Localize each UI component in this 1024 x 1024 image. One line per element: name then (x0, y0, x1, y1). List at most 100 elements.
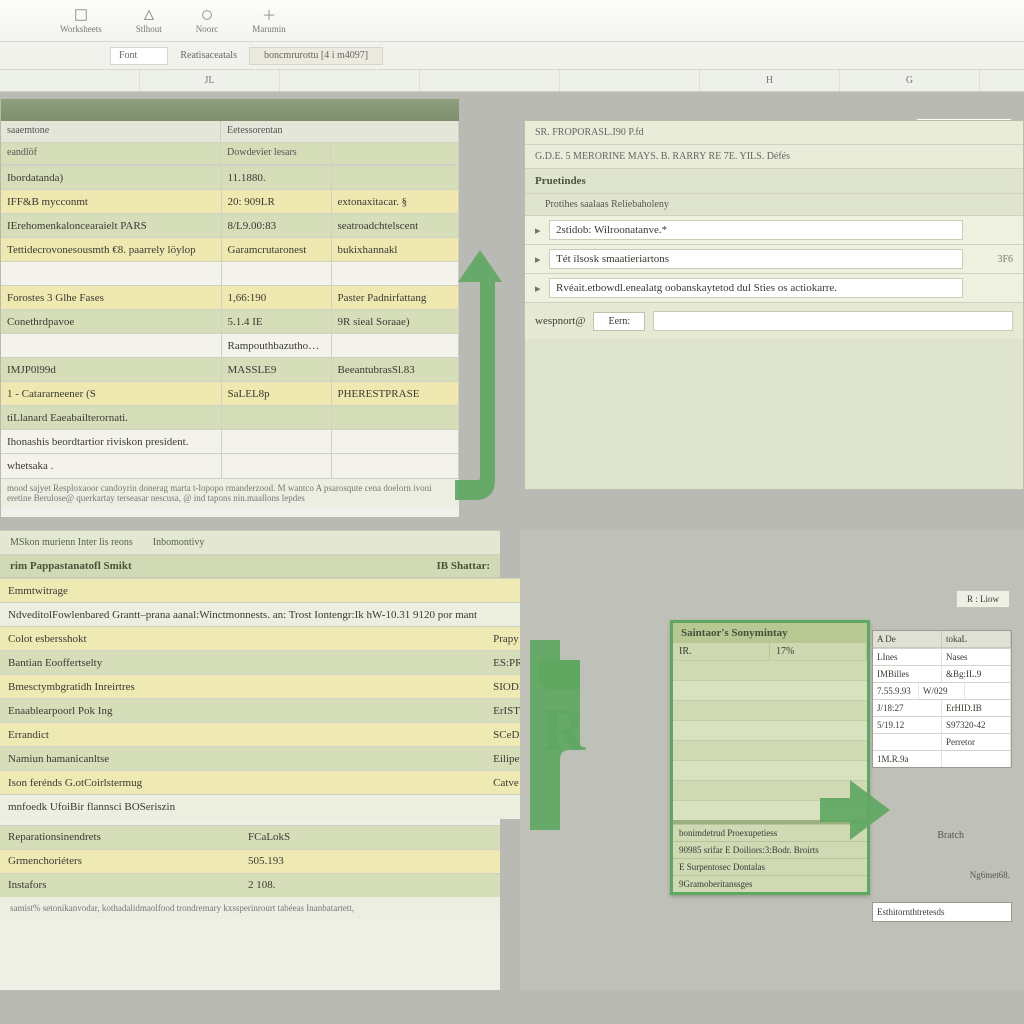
cell[interactable]: LInes (873, 649, 942, 665)
ribbon-item-3[interactable]: Noorc (196, 8, 219, 34)
cell[interactable]: 2 108. (240, 873, 350, 897)
cell[interactable]: Emmtwitrage (0, 579, 485, 603)
cell[interactable]: ErHID.IB (942, 700, 1011, 716)
cell[interactable]: 9R sieal Soraae) (331, 310, 459, 334)
col-c[interactable] (280, 70, 420, 91)
table-note: mood sajyet Resploxaoor candoyrin donera… (1, 478, 459, 509)
cell[interactable]: Bmesctymbgratidh Inreirtres (0, 675, 485, 699)
form-footer-input[interactable] (653, 311, 1013, 331)
cell[interactable] (221, 406, 331, 430)
form-field[interactable]: 2stidob: Wilroonatanve.* (549, 220, 963, 240)
col-a[interactable] (0, 70, 140, 91)
cell[interactable] (331, 166, 459, 190)
cell[interactable]: Garamcrutaronest (221, 238, 331, 262)
cell[interactable] (331, 430, 459, 454)
cell[interactable] (331, 334, 459, 358)
cell[interactable]: Conethrdpavoe (1, 310, 221, 334)
table-row: Perretor (873, 733, 1011, 750)
form-field[interactable]: Rvéait.etbowdl.enealatg oobanskaytetod d… (549, 278, 963, 298)
cell[interactable]: BeeantubrasSl.83 (331, 358, 459, 382)
cell[interactable]: Ison ferénds G.otCoirlstermug (0, 771, 485, 795)
cell[interactable] (350, 825, 500, 849)
cell[interactable]: IErehomenkaloncearaielt PARS (1, 214, 221, 238)
cell[interactable]: Tettidecrovonesousmth €8. paarrely löylo… (1, 238, 221, 262)
cell[interactable]: Grmenchoriéters (0, 849, 240, 873)
cell[interactable]: S97320-42 (942, 717, 1011, 733)
cell[interactable]: 5/19.12 (873, 717, 942, 733)
cell[interactable]: NdveditolFowlenbared Grantt–prana aanal:… (0, 603, 485, 627)
cell[interactable] (331, 262, 459, 286)
form-section-title: Pruetindes (525, 169, 1023, 194)
cell[interactable] (331, 454, 459, 478)
cell[interactable]: FCaLokS (240, 825, 350, 849)
cell[interactable]: Perretor (942, 734, 1011, 750)
cell[interactable] (873, 734, 942, 750)
ribbon-item-2[interactable]: Stlhout (136, 8, 162, 34)
cell[interactable]: Enaablearpoorl Pok Ing (0, 699, 485, 723)
cell[interactable]: Reparationsinendrets (0, 825, 240, 849)
cell[interactable] (350, 873, 500, 897)
font-dropdown[interactable]: Font (110, 47, 168, 65)
col-b[interactable]: JL (140, 70, 280, 91)
cell[interactable]: Namiun hamanicanltse (0, 747, 485, 771)
side-input[interactable]: Esthitornthtretesds (872, 902, 1012, 922)
cell[interactable]: Ibordatanda) (1, 166, 221, 190)
col-f[interactable]: H (700, 70, 840, 91)
cell[interactable]: 505.193 (240, 849, 350, 873)
cell[interactable] (221, 454, 331, 478)
cell[interactable]: 1,66:190 (221, 286, 331, 310)
cell[interactable]: mnfoedk UfoiBir flannsci BOSeriszin (0, 795, 485, 819)
cell[interactable]: 1 - Catararneener (S (1, 382, 221, 406)
cell[interactable]: seatroadchtelscent (331, 214, 459, 238)
formula-field[interactable]: boncmrurottu [4 i m4097] (249, 47, 383, 65)
cell[interactable] (221, 430, 331, 454)
cell[interactable]: IMJP0l99d (1, 358, 221, 382)
cell[interactable]: SaLEL8p (221, 382, 331, 406)
cell[interactable]: PHERESTPRASE (331, 382, 459, 406)
cell[interactable] (1, 262, 221, 286)
ribbon-item-1[interactable]: Worksheets (60, 8, 102, 34)
cell[interactable]: 7.55.9.93 (873, 683, 919, 699)
badge: R : Liow (956, 590, 1010, 608)
cell[interactable] (350, 849, 500, 873)
form-field[interactable]: Tét ilsosk smaatieriartons (549, 249, 963, 269)
cell[interactable]: Rampouthbazuthodendon (221, 334, 331, 358)
cell[interactable]: MASSLE9 (221, 358, 331, 382)
cell[interactable]: 8/L9.00:83 (221, 214, 331, 238)
cell[interactable]: Nases (942, 649, 1011, 665)
cell[interactable]: IFF&B mycconmt (1, 190, 221, 214)
cell[interactable] (221, 262, 331, 286)
cell[interactable]: W/029 (919, 683, 965, 699)
col-e[interactable] (560, 70, 700, 91)
cell[interactable]: Forostes 3 Glhe Fases (1, 286, 221, 310)
cell[interactable]: bukixhannakl (331, 238, 459, 262)
cell[interactable]: 20: 909LR (221, 190, 331, 214)
cell[interactable]: Ihonashis beordtartior riviskon presiden… (1, 430, 221, 454)
cell[interactable] (331, 406, 459, 430)
cell[interactable] (942, 751, 1011, 767)
cell[interactable]: J/18:27 (873, 700, 942, 716)
cell[interactable]: 11.1880. (221, 166, 331, 190)
cell[interactable]: tiLlanard Eaeabailterornati. (1, 406, 221, 430)
cell[interactable]: Bantian Eooffertselty (0, 651, 485, 675)
cell[interactable] (965, 683, 1011, 699)
cell[interactable]: &Bg:IL.9 (942, 666, 1011, 682)
cell[interactable]: whetsaka . (1, 454, 221, 478)
cell[interactable]: 1M.R.9a (873, 751, 942, 767)
form-footer-label: wespnort@ (535, 315, 585, 327)
cell[interactable]: Errandict (0, 723, 485, 747)
summary-foot-2: 90985 srifar E Doiliors:3:Bodr. Broirts (673, 841, 867, 858)
form-submit-button[interactable]: Eern: (593, 312, 645, 331)
cell[interactable]: Paster Padnirfattang (331, 286, 459, 310)
cell[interactable]: 5.1.4 IE (221, 310, 331, 334)
cell[interactable]: Instafors (0, 873, 240, 897)
ribbon-item-4[interactable]: Marumin (252, 8, 286, 34)
cell[interactable] (1, 334, 221, 358)
cell[interactable]: extonaxitacar. § (331, 190, 459, 214)
tab-2[interactable]: Inbomontivy (153, 537, 205, 548)
col-d[interactable] (420, 70, 560, 91)
tab-1[interactable]: MSkon murienn Inter lis reons (10, 537, 133, 548)
col-g[interactable]: G (840, 70, 980, 91)
cell[interactable]: Colot esbersshokt (0, 627, 485, 651)
cell[interactable]: IMBilles (873, 666, 942, 682)
